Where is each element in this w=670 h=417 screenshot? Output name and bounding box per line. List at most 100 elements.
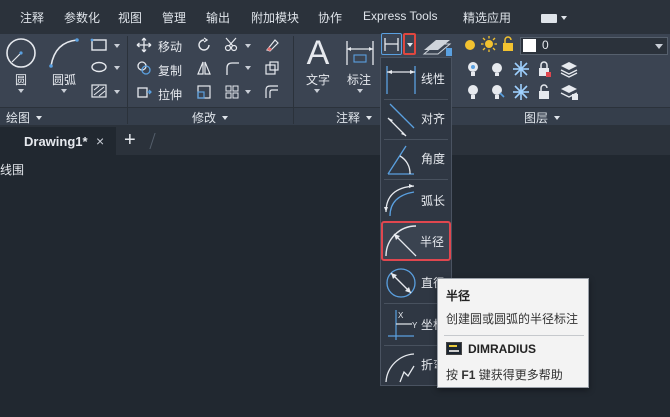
arc-dropdown-icon[interactable] bbox=[61, 89, 67, 93]
radius-dimension-icon bbox=[385, 225, 417, 257]
array-icon[interactable] bbox=[224, 84, 240, 100]
arc-tool-label: 圆弧 bbox=[52, 73, 77, 87]
svg-text:Y: Y bbox=[412, 321, 418, 330]
hatch-dropdown-icon[interactable] bbox=[114, 90, 120, 94]
flyout-label-radius: 半径 bbox=[420, 235, 445, 249]
panel-divider bbox=[293, 36, 294, 124]
flyout-item-arc-length[interactable]: 弧长 bbox=[381, 179, 451, 223]
menu-bar: 注释 参数化 视图 管理 输出 附加模块 协作 Express Tools 精选… bbox=[0, 0, 670, 34]
stretch-icon[interactable] bbox=[136, 84, 152, 100]
move-label[interactable]: 移动 bbox=[158, 38, 182, 55]
layer-properties-icon[interactable] bbox=[464, 60, 482, 78]
menu-item-featured-apps[interactable]: 精选应用 bbox=[463, 9, 511, 26]
text-tool-icon[interactable]: A bbox=[303, 34, 333, 70]
layer-unlock-icon[interactable] bbox=[536, 83, 552, 101]
layer-isolate-icon[interactable] bbox=[488, 60, 506, 78]
fillet-dropdown-icon[interactable] bbox=[245, 66, 251, 70]
diameter-dimension-icon bbox=[386, 268, 416, 298]
new-tab-button[interactable]: + bbox=[124, 129, 136, 152]
hatch-tool-icon[interactable] bbox=[90, 83, 108, 99]
menu-item-addins[interactable]: 附加模块 bbox=[251, 9, 299, 26]
flyout-item-radius[interactable]: 半径 bbox=[381, 221, 451, 261]
mirror-icon[interactable] bbox=[196, 60, 212, 76]
flyout-label-arc-length: 弧长 bbox=[421, 194, 446, 208]
arc-length-icon bbox=[384, 184, 415, 217]
svg-text:X: X bbox=[398, 311, 404, 320]
dimension-tool-icon[interactable] bbox=[344, 37, 376, 69]
rectangle-dropdown-icon[interactable] bbox=[114, 44, 120, 48]
ellipse-dropdown-icon[interactable] bbox=[114, 66, 120, 70]
svg-text:A: A bbox=[307, 34, 330, 70]
ribbon-panel-labels bbox=[0, 107, 670, 125]
stretch-label[interactable]: 拉伸 bbox=[158, 86, 182, 103]
annotation-panel-label[interactable]: 注释 bbox=[336, 109, 373, 126]
layer-freeze-all-icon[interactable] bbox=[512, 60, 530, 78]
current-layer-name: 0 bbox=[542, 38, 549, 52]
circle-tool-icon[interactable] bbox=[4, 36, 38, 70]
layer-walk-icon[interactable] bbox=[464, 83, 482, 101]
flyout-item-angular[interactable]: 角度 bbox=[381, 137, 451, 181]
layer-unisolate-icon[interactable] bbox=[488, 83, 506, 101]
menu-item-manage[interactable]: 管理 bbox=[162, 9, 186, 26]
menu-item-annotate[interactable]: 注释 bbox=[20, 9, 44, 26]
tooltip-divider bbox=[444, 335, 584, 336]
layer-lock-all-icon[interactable] bbox=[536, 60, 552, 78]
layer-states-icon[interactable] bbox=[559, 60, 579, 78]
move-icon[interactable] bbox=[136, 37, 152, 53]
trim-icon[interactable] bbox=[224, 37, 242, 53]
erase-icon[interactable] bbox=[264, 37, 280, 53]
linear-dimension-icon bbox=[386, 66, 416, 94]
close-tab-icon[interactable]: × bbox=[96, 133, 104, 149]
angular-dimension-icon bbox=[387, 145, 414, 175]
tooltip-command-name: DIMRADIUS bbox=[468, 342, 536, 356]
panel-divider bbox=[127, 36, 128, 124]
trim-dropdown-icon[interactable] bbox=[245, 44, 251, 48]
tooltip-help-text: 按 F1 键获得更多帮助 bbox=[446, 368, 563, 382]
text-tool-label: 文字 bbox=[306, 73, 331, 87]
menu-item-output[interactable]: 输出 bbox=[206, 9, 230, 26]
layer-freeze-icon[interactable] bbox=[481, 36, 497, 52]
flyout-item-linear[interactable]: 线性 bbox=[381, 57, 451, 101]
copy-label[interactable]: 复制 bbox=[158, 62, 182, 79]
tooltip-title: 半径 bbox=[446, 289, 471, 303]
arc-tool-icon[interactable] bbox=[47, 36, 81, 70]
aligned-dimension-icon bbox=[387, 103, 415, 137]
scale-icon[interactable] bbox=[196, 84, 212, 100]
flyout-item-aligned[interactable]: 对齐 bbox=[381, 97, 451, 141]
layer-dropdown-arrow-icon[interactable] bbox=[655, 44, 663, 49]
menu-item-parametric[interactable]: 参数化 bbox=[64, 9, 100, 26]
copy-icon[interactable] bbox=[136, 60, 152, 76]
array-dropdown-icon[interactable] bbox=[245, 90, 251, 94]
offset-icon[interactable] bbox=[264, 84, 280, 100]
flyout-label-angular: 角度 bbox=[421, 152, 446, 166]
fillet-icon[interactable] bbox=[224, 60, 240, 76]
draw-panel-label[interactable]: 绘图 bbox=[6, 109, 43, 126]
viewport-controls-label[interactable]: 线围 bbox=[0, 161, 24, 178]
circle-dropdown-icon[interactable] bbox=[18, 89, 24, 93]
table-icon[interactable] bbox=[422, 36, 452, 58]
flyout-label-linear: 线性 bbox=[421, 72, 446, 86]
rotate-icon[interactable] bbox=[196, 37, 212, 53]
layer-on-icon[interactable] bbox=[463, 38, 477, 52]
ellipse-tool-icon[interactable] bbox=[90, 60, 108, 74]
flyout-label-aligned: 对齐 bbox=[421, 112, 446, 126]
layer-color-swatch bbox=[523, 39, 536, 52]
drawing-tab-label[interactable]: Drawing1* bbox=[24, 134, 88, 149]
text-dropdown-icon[interactable] bbox=[314, 89, 320, 93]
dimension-type-dropdown[interactable] bbox=[403, 33, 416, 55]
explode-icon[interactable] bbox=[264, 60, 280, 76]
layer-thaw-icon[interactable] bbox=[512, 83, 530, 101]
menu-item-collaborate[interactable]: 协作 bbox=[318, 9, 342, 26]
layer-merge-icon[interactable] bbox=[559, 83, 579, 101]
layer-lock-icon[interactable] bbox=[501, 36, 515, 52]
rectangle-tool-icon[interactable] bbox=[90, 38, 108, 52]
tooltip-description: 创建圆或圆弧的半径标注 bbox=[446, 312, 579, 326]
circle-tool-label: 圆 bbox=[15, 73, 28, 87]
menu-item-express-tools[interactable]: Express Tools bbox=[363, 9, 437, 23]
workspace-toggle-icon[interactable] bbox=[541, 12, 567, 24]
dimension-dropdown-icon[interactable] bbox=[357, 89, 363, 93]
modify-panel-label[interactable]: 修改 bbox=[192, 109, 229, 126]
menu-item-view[interactable]: 视图 bbox=[118, 9, 142, 26]
layers-panel-label[interactable]: 图层 bbox=[524, 109, 561, 126]
linear-dimension-button[interactable] bbox=[381, 33, 402, 55]
